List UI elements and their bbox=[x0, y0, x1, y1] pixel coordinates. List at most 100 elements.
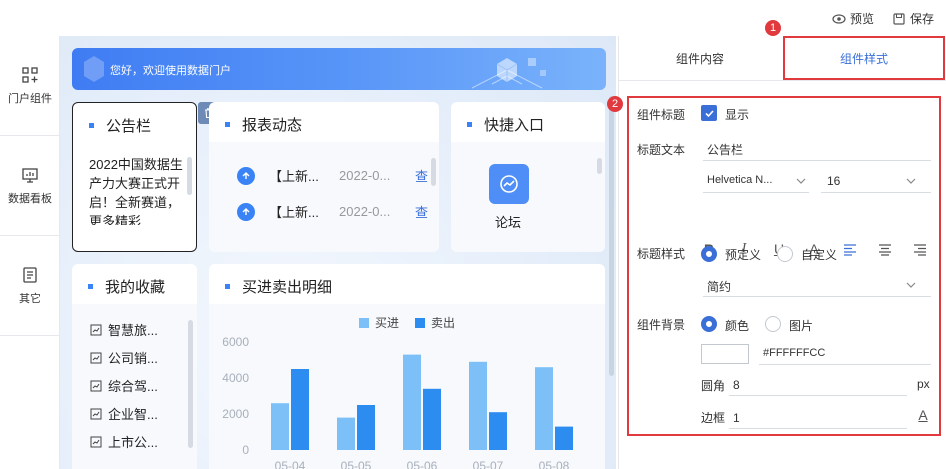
card-title: 我的收藏 bbox=[88, 276, 165, 297]
save-label: 保存 bbox=[910, 12, 935, 26]
save-button[interactable]: 保存 bbox=[892, 10, 934, 27]
x-tick-label: 05-05 bbox=[341, 459, 372, 469]
bar bbox=[357, 405, 375, 450]
step-badge-1: 1 bbox=[765, 20, 781, 36]
bar bbox=[271, 403, 289, 450]
list-item[interactable]: 综合驾... bbox=[90, 376, 158, 395]
radius-label: 圆角 bbox=[701, 379, 726, 393]
dashboard-icon bbox=[22, 167, 38, 183]
border-input[interactable]: 1 bbox=[733, 411, 740, 425]
background-image-radio[interactable] bbox=[765, 316, 781, 332]
font-size-select[interactable]: 16 bbox=[827, 174, 840, 188]
background-image-label: 图片 bbox=[789, 319, 814, 333]
notice-scrollbar[interactable] bbox=[187, 157, 192, 195]
legend-label: 卖出 bbox=[431, 316, 455, 330]
list-item[interactable]: 智慧旅... bbox=[90, 320, 158, 339]
bar-chart: 买进 卖出 0 2000 4000 6000 05-04 05-05 05-06 05-07 05-… bbox=[222, 316, 573, 469]
x-tick-label: 05-06 bbox=[407, 459, 438, 469]
title-text-underline bbox=[703, 160, 931, 161]
background-color-underline bbox=[759, 364, 931, 365]
report-row[interactable]: 【上新... 2022-0... 查 bbox=[237, 166, 428, 185]
report-scrollbar[interactable] bbox=[431, 158, 436, 186]
card-title: 公告栏 bbox=[89, 115, 151, 136]
background-color-label: 颜色 bbox=[725, 319, 750, 333]
font-family-underline bbox=[703, 192, 809, 193]
title-style-label: 标题样式 bbox=[637, 247, 686, 261]
title-style-preset-radio[interactable] bbox=[701, 246, 717, 262]
sidebar-item-other[interactable]: 其它 bbox=[0, 236, 60, 336]
favorites-scrollbar[interactable] bbox=[188, 320, 193, 448]
banner-illustration-icon bbox=[471, 58, 546, 89]
list-item[interactable]: 企业智... bbox=[90, 404, 158, 423]
align-left-icon[interactable] bbox=[843, 244, 857, 256]
sidebar-item-dashboard[interactable]: 数据看板 bbox=[0, 136, 60, 236]
list-item[interactable]: 公司销... bbox=[90, 348, 158, 367]
bar bbox=[469, 361, 487, 450]
sidebar-item-label: 数据看板 bbox=[8, 192, 52, 205]
check-icon bbox=[704, 109, 714, 117]
title-style-custom-label: 自定义 bbox=[801, 248, 838, 262]
report-card[interactable]: 报表动态 【上新... 2022-0... 查 【上新... 2022-0...… bbox=[209, 102, 439, 252]
canvas-scrollbar[interactable] bbox=[609, 96, 614, 376]
x-tick-label: 05-07 bbox=[473, 459, 504, 469]
align-right-icon[interactable] bbox=[913, 244, 927, 256]
background-color-value[interactable]: #FFFFFFCC bbox=[763, 347, 825, 359]
legend-label: 买进 bbox=[375, 316, 399, 330]
forum-icon[interactable] bbox=[489, 164, 529, 204]
border-color-icon[interactable]: A bbox=[915, 407, 931, 423]
report-view-link[interactable]: 查 bbox=[415, 202, 428, 221]
x-tick-label: 05-08 bbox=[539, 459, 570, 469]
bar bbox=[535, 367, 553, 450]
card-title: 快捷入口 bbox=[467, 114, 544, 135]
design-canvas[interactable]: 您好，欢迎使用数据门户 公告栏 2022中国数据生产力大赛正式开启！全新赛道，更… bbox=[60, 36, 616, 469]
welcome-banner[interactable]: 您好，欢迎使用数据门户 bbox=[72, 48, 606, 90]
title-style-preset-label: 预定义 bbox=[725, 248, 762, 262]
title-text-input[interactable]: 公告栏 bbox=[707, 141, 743, 158]
banner-decoration-icon bbox=[84, 56, 104, 82]
title-style-custom-radio[interactable] bbox=[777, 246, 793, 262]
chart-icon bbox=[90, 408, 102, 419]
bar bbox=[291, 369, 309, 450]
chart-icon bbox=[90, 380, 102, 391]
border-underline bbox=[729, 428, 907, 429]
list-item[interactable]: 上市公... bbox=[90, 432, 158, 451]
background-color-swatch[interactable] bbox=[701, 344, 749, 364]
chevron-down-icon bbox=[906, 282, 916, 288]
eye-icon bbox=[832, 13, 846, 24]
sidebar-item-label: 其它 bbox=[19, 292, 41, 305]
chart-card[interactable]: 买进卖出明细 买进 卖出 0 2000 4000 6000 05-04 05-05 05-06 0… bbox=[209, 264, 605, 469]
align-center-icon[interactable] bbox=[878, 244, 892, 256]
banner-text: 您好，欢迎使用数据门户 bbox=[110, 65, 231, 77]
tab-content[interactable]: 组件内容 bbox=[619, 36, 781, 80]
legend-swatch bbox=[415, 318, 425, 328]
report-view-link[interactable]: 查 bbox=[415, 166, 428, 185]
chart-icon bbox=[90, 436, 102, 447]
preview-button[interactable]: 预览 bbox=[832, 10, 874, 27]
report-name: 【上新... bbox=[269, 205, 319, 220]
y-tick-label: 2000 bbox=[222, 407, 249, 421]
forum-label[interactable]: 论坛 bbox=[495, 212, 521, 231]
notice-card[interactable]: 公告栏 2022中国数据生产力大赛正式开启！全新赛道，更多精彩 bbox=[72, 102, 197, 252]
sidebar-item-label: 门户组件 bbox=[8, 92, 52, 105]
background-color-radio[interactable] bbox=[701, 316, 717, 332]
y-tick-label: 4000 bbox=[222, 371, 249, 385]
tab-style[interactable]: 组件样式 bbox=[783, 36, 945, 80]
title-label: 组件标题 bbox=[637, 108, 686, 122]
font-family-select[interactable]: Helvetica N... bbox=[707, 174, 772, 186]
sidebar-item-components[interactable]: 门户组件 bbox=[0, 36, 60, 136]
radius-input[interactable]: 8 bbox=[733, 378, 740, 392]
chart-icon bbox=[90, 352, 102, 363]
show-title-checkbox[interactable] bbox=[701, 105, 717, 121]
report-body bbox=[209, 142, 439, 252]
show-title-label: 显示 bbox=[725, 108, 750, 122]
favorites-card[interactable]: 我的收藏 智慧旅... 公司销... 综合驾... 企业智... 上市公... bbox=[72, 264, 197, 469]
quick-scrollbar[interactable] bbox=[597, 158, 602, 174]
radius-underline bbox=[729, 395, 907, 396]
y-tick-label: 6000 bbox=[222, 335, 249, 349]
chevron-down-icon bbox=[906, 178, 916, 184]
quick-entry-card[interactable]: 快捷入口 论坛 bbox=[451, 102, 605, 252]
report-row[interactable]: 【上新... 2022-0... 查 bbox=[237, 202, 428, 221]
legend-swatch bbox=[359, 318, 369, 328]
components-icon bbox=[22, 66, 38, 83]
title-style-preset-select[interactable]: 简约 bbox=[707, 278, 731, 295]
